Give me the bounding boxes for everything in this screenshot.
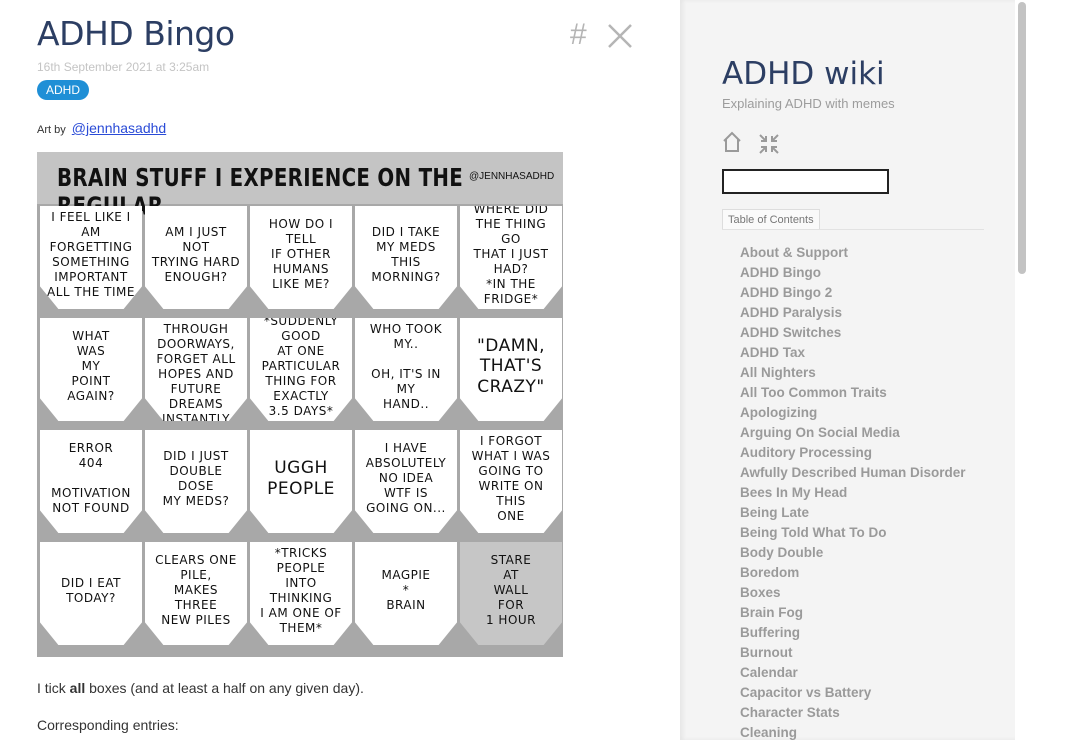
- toc-item[interactable]: Being Late: [740, 504, 966, 524]
- entry-date: 16th September 2021 at 3:25am: [37, 60, 210, 74]
- toc-item[interactable]: All Too Common Traits: [740, 384, 966, 404]
- toc-item[interactable]: Body Double: [740, 544, 966, 564]
- sidebar-scrollbar[interactable]: [1018, 2, 1026, 274]
- toc-item[interactable]: Cleaning: [740, 724, 966, 744]
- art-credit: Art by @jennhasadhd: [37, 120, 166, 136]
- bingo-cell: *TRICKS PEOPLE INTO THINKING I AM ONE OF…: [250, 542, 352, 645]
- toc-item[interactable]: Brain Fog: [740, 604, 966, 624]
- tag-adhd[interactable]: ADHD: [37, 80, 90, 100]
- bingo-cell: WALK THROUGH DOORWAYS, FORGET ALL HOPES …: [145, 318, 247, 421]
- body-text-post: boxes (and at least a half on any given …: [85, 680, 364, 696]
- search-input[interactable]: [722, 169, 889, 194]
- bingo-handle: @JENNHASADHD: [469, 171, 555, 182]
- bingo-cell: WHO TOOK MY.. OH, IT'S IN MY HAND..: [355, 318, 457, 421]
- bingo-cell: UGGH PEOPLE: [250, 430, 352, 533]
- toc-item[interactable]: ADHD Bingo 2: [740, 284, 966, 304]
- entry-title: ADHD Bingo: [37, 14, 235, 53]
- art-by-label: Art by: [37, 124, 66, 136]
- close-icon[interactable]: [604, 20, 636, 52]
- toc-item[interactable]: ADHD Bingo: [740, 264, 966, 284]
- bingo-cell: MAGPIE * BRAIN: [355, 542, 457, 645]
- toc-item[interactable]: About & Support: [740, 244, 966, 264]
- toc-item[interactable]: Being Told What To Do: [740, 524, 966, 544]
- toc-item[interactable]: ADHD Paralysis: [740, 304, 966, 324]
- bingo-cell: AM I JUST NOT TRYING HARD ENOUGH?: [145, 206, 247, 309]
- toc-item[interactable]: Buffering: [740, 624, 966, 644]
- toc-item[interactable]: All Nighters: [740, 364, 966, 384]
- toc-item[interactable]: Awfully Described Human Disorder: [740, 464, 966, 484]
- bingo-cell: CLEARS ONE PILE, MAKES THREE NEW PILES: [145, 542, 247, 645]
- bingo-cell: DID I EAT TODAY?: [40, 542, 142, 645]
- toc-item[interactable]: ADHD Switches: [740, 324, 966, 344]
- tab-table-of-contents[interactable]: Table of Contents: [722, 209, 820, 230]
- toc-item[interactable]: Character Stats: [740, 704, 966, 724]
- bingo-header: BRAIN STUFF I EXPERIENCE ON THE REGULAR …: [37, 152, 563, 222]
- bingo-image: BRAIN STUFF I EXPERIENCE ON THE REGULAR …: [37, 152, 563, 657]
- bingo-cell: WHAT WAS MY POINT AGAIN?: [40, 318, 142, 421]
- permalink-hash-icon[interactable]: #: [570, 18, 587, 52]
- entry-body-line-2: Corresponding entries:: [37, 717, 179, 733]
- home-icon[interactable]: [722, 131, 742, 153]
- bingo-cell: I FORGOT WHAT I WAS GOING TO WRITE ON TH…: [460, 430, 562, 533]
- artist-link[interactable]: @jennhasadhd: [72, 120, 166, 136]
- bingo-cell: I HAVE ABSOLUTELY NO IDEA WTF IS GOING O…: [355, 430, 457, 533]
- story-river: ADHD Bingo 16th September 2021 at 3:25am…: [0, 0, 680, 740]
- toc-item[interactable]: ADHD Tax: [740, 344, 966, 364]
- site-title: ADHD wiki: [722, 56, 885, 92]
- tab-divider: [722, 229, 984, 230]
- bingo-cell: WHERE DID THE THING GO THAT I JUST HAD? …: [460, 206, 562, 309]
- entry-body-line-1: I tick all boxes (and at least a half on…: [37, 680, 364, 696]
- toc-item[interactable]: Boxes: [740, 584, 966, 604]
- bingo-cell: DID I TAKE MY MEDS THIS MORNING?: [355, 206, 457, 309]
- body-text-pre: I tick: [37, 680, 70, 696]
- toc-item[interactable]: Arguing On Social Media: [740, 424, 966, 444]
- bingo-cell: ERROR 404 MOTIVATION NOT FOUND: [40, 430, 142, 533]
- bingo-cell: I FEEL LIKE I AM FORGETTING SOMETHING IM…: [40, 206, 142, 309]
- toc-item[interactable]: Burnout: [740, 644, 966, 664]
- toc-list: About & Support ADHD Bingo ADHD Bingo 2 ADH…: [740, 244, 966, 744]
- toc-item[interactable]: Calendar: [740, 664, 966, 684]
- toc-item[interactable]: Capacitor vs Battery: [740, 684, 966, 704]
- bingo-cell: "DAMN, THAT'S CRAZY": [460, 318, 562, 421]
- bingo-cell: *SUDDENLY GOOD AT ONE PARTICULAR THING F…: [250, 318, 352, 421]
- site-subtitle: Explaining ADHD with memes: [722, 96, 895, 111]
- toc-item[interactable]: Bees In My Head: [740, 484, 966, 504]
- bingo-cell: DID I JUST DOUBLE DOSE MY MEDS?: [145, 430, 247, 533]
- body-text-bold: all: [69, 680, 86, 696]
- bingo-cell: STARE AT WALL FOR 1 HOUR: [460, 542, 562, 645]
- toc-item[interactable]: Apologizing: [740, 404, 966, 424]
- close-all-icon[interactable]: [758, 133, 780, 155]
- toc-item[interactable]: Auditory Processing: [740, 444, 966, 464]
- bingo-cell: HOW DO I TELL IF OTHER HUMANS LIKE ME?: [250, 206, 352, 309]
- toc-item[interactable]: Boredom: [740, 564, 966, 584]
